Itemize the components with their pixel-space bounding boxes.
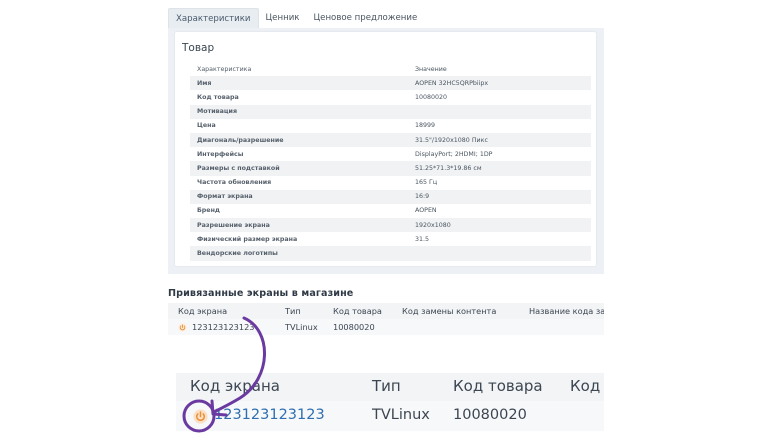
- spec-key: Мотивация: [197, 108, 238, 116]
- zoom-col-type: Тип: [372, 377, 401, 395]
- zoom-screen-product-code: 10080020: [453, 407, 527, 423]
- zoom-screen-type: TVLinux: [372, 407, 430, 423]
- spec-key: Бренд: [197, 207, 221, 215]
- spec-row: Физический размер экрана 31.5: [190, 232, 591, 246]
- spec-row: Код товара 10080020: [190, 90, 591, 104]
- zoom-col-screen-code: Код экрана: [190, 377, 280, 395]
- card-title: Товар: [182, 42, 215, 54]
- spec-key: Частота обновления: [197, 179, 272, 187]
- spec-row: Диагональ/разрешение 31.5"/1920x1080 Пикс: [190, 132, 591, 148]
- spec-key: Цена: [197, 122, 216, 130]
- spec-row: Формат экрана 16:9: [190, 189, 591, 204]
- spec-value: 51.25*71.3*19.86 см: [415, 164, 482, 172]
- spec-value: 31.5: [415, 235, 430, 243]
- zoom-col-product-code: Код товара: [453, 377, 543, 395]
- zoomed-table: Код экрана Тип Код товара Код з 12312312…: [176, 373, 604, 435]
- spec-row: Размеры с подставкой 51.25*71.3*19.86 см: [190, 161, 591, 176]
- col-product-code: Код товара: [333, 306, 382, 316]
- spec-header-row: Характеристика Значение: [190, 62, 591, 76]
- zoom-table-row: 123123123123 TVLinux 10080020: [176, 401, 604, 431]
- col-content-replace-code: Код замены контента: [402, 306, 497, 316]
- screen-code-link[interactable]: 123123123123: [192, 322, 255, 332]
- spec-row: Цена 18999: [190, 119, 591, 133]
- spec-key: Диагональ/разрешение: [197, 136, 284, 144]
- spec-value: [415, 246, 591, 260]
- screen-product-code: 10080020: [333, 322, 375, 332]
- spec-table: Характеристика Значение Имя AOPEN 32HC5QR…: [190, 62, 591, 261]
- spec-key: Физический размер экрана: [197, 235, 298, 243]
- tab-price-tag[interactable]: Ценник: [259, 8, 307, 28]
- zoom-screen-code-link[interactable]: 123123123123: [214, 407, 325, 423]
- spec-header-value: Значение: [415, 65, 447, 73]
- col-replace-code-name: Название кода заме: [529, 306, 604, 316]
- spec-value: 31.5"/1920x1080 Пикс: [415, 136, 488, 144]
- spec-key: Имя: [197, 79, 212, 87]
- spec-value: [415, 105, 591, 119]
- spec-value: AOPEN: [415, 207, 437, 215]
- col-type: Тип: [285, 306, 301, 316]
- spec-key: Размеры с подставкой: [197, 164, 280, 172]
- spec-row: Интерфейсы DisplayPort; 2HDMI; 1DP: [190, 147, 591, 161]
- spec-row: Бренд AOPEN: [190, 204, 591, 218]
- tab-characteristics[interactable]: Характеристики: [168, 8, 259, 28]
- zoom-table-header: Код экрана Тип Код товара Код з: [176, 373, 604, 401]
- spec-key: Разрешение экрана: [197, 221, 270, 229]
- col-screen-code: Код экрана: [178, 306, 228, 316]
- product-card: Товар Характеристика Значение Имя AOPEN 3…: [175, 32, 596, 266]
- product-panel: Товар Характеристика Значение Имя AOPEN 3…: [168, 28, 604, 274]
- power-icon[interactable]: [178, 323, 187, 332]
- spec-key: Вендорские логотипы: [197, 250, 278, 258]
- bound-screens-title: Привязанные экраны в магазине: [168, 288, 354, 299]
- spec-row: Мотивация: [190, 104, 591, 119]
- spec-key: Код товара: [197, 93, 239, 101]
- zoom-col-replace: Код з: [570, 377, 604, 395]
- spec-value: 165 Гц: [415, 179, 438, 187]
- spec-value: DisplayPort; 2HDMI; 1DP: [415, 150, 493, 158]
- tab-bar: Характеристики Ценник Ценовое предложени…: [168, 8, 604, 28]
- spec-key: Интерфейсы: [197, 150, 244, 158]
- bound-screens-table: Код экрана Тип Код товара Код замены кон…: [168, 303, 604, 335]
- spec-value: 10080020: [415, 93, 448, 101]
- spec-header-key: Характеристика: [197, 65, 252, 73]
- power-icon[interactable]: [193, 409, 208, 424]
- spec-row: Вендорские логотипы: [190, 246, 591, 261]
- table-header: Код экрана Тип Код товара Код замены кон…: [168, 303, 604, 319]
- spec-row: Разрешение экрана 1920x1080: [190, 218, 591, 233]
- table-row: 123123123123 TVLinux 10080020: [168, 319, 604, 335]
- spec-key: Формат экрана: [197, 193, 253, 201]
- spec-row: Имя AOPEN 32HC5QRPbiipx: [190, 76, 591, 91]
- tab-price-offer[interactable]: Ценовое предложение: [306, 8, 424, 28]
- spec-value: 18999: [415, 122, 436, 130]
- screen-type: TVLinux: [285, 322, 318, 332]
- spec-value: AOPEN 32HC5QRPbiipx: [415, 79, 489, 87]
- spec-value: 16:9: [415, 193, 430, 201]
- spec-row: Частота обновления 165 Гц: [190, 176, 591, 190]
- spec-value: 1920x1080: [415, 221, 451, 229]
